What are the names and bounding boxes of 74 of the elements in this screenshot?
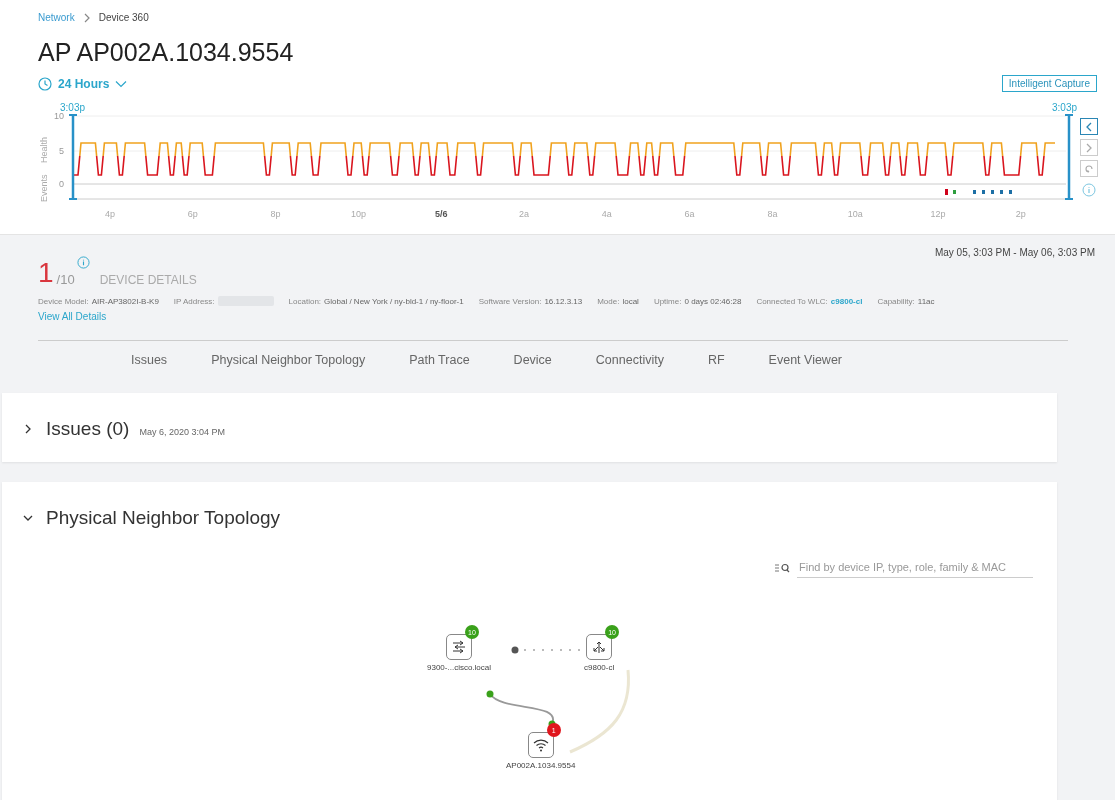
detail-label: Capability:: [877, 296, 915, 306]
detail-value: AIR-AP3802I-B-K9: [91, 296, 159, 306]
detail-label: IP Address:: [173, 296, 215, 306]
caret-icon: [115, 79, 128, 88]
y-axis-tick: 10: [54, 111, 64, 121]
breadcrumb-link[interactable]: Network: [38, 12, 75, 23]
x-axis-tick: 10a: [847, 209, 863, 219]
next-button[interactable]: [1080, 139, 1098, 156]
x-axis-tick: 4a: [601, 209, 612, 219]
switch-icon: [450, 639, 468, 655]
y-axis-label: Events: [39, 174, 49, 202]
node-tile[interactable]: [446, 634, 472, 660]
x-axis-tick: 10p: [350, 209, 366, 219]
y-axis-tick: 0: [59, 179, 64, 189]
section-label: DEVICE DETAILS: [99, 273, 197, 287]
node-tile[interactable]: [586, 634, 613, 660]
range-start-time: 3:03p: [60, 102, 86, 113]
refresh-icon: [1084, 163, 1094, 174]
detail-label: Software Version:: [478, 296, 542, 306]
tab[interactable]: Connectivity: [573, 347, 686, 375]
section-timestamp: May 6, 2020 3:04 PM: [139, 427, 225, 437]
tab[interactable]: Path Trace: [387, 347, 492, 375]
detail-label: Uptime:: [653, 296, 682, 306]
wifi-icon: [531, 737, 550, 753]
y-axis-tick: 5: [59, 146, 64, 156]
range-end-time: 3:03p: [1052, 102, 1078, 113]
node-label: c9800-cl: [584, 663, 615, 672]
x-axis-tick: 2p: [1015, 209, 1026, 219]
date-range: May 05, 3:03 PM - May 06, 3:03 PM: [934, 247, 1095, 258]
x-axis-tick: 6p: [187, 209, 198, 219]
clock-icon: [38, 76, 52, 91]
x-axis-tick: 5/6: [434, 209, 448, 219]
health-score-max: /10: [56, 272, 75, 287]
x-axis-tick: 8a: [767, 209, 778, 219]
search-icon: [775, 562, 791, 573]
previous-button[interactable]: [1080, 118, 1098, 135]
detail-value: Global / New York / ny-bld-1 / ny-floor-1: [324, 296, 464, 306]
tab[interactable]: Issues: [109, 347, 190, 375]
tab[interactable]: Device: [491, 347, 574, 375]
chevron-right-icon: [1084, 142, 1094, 153]
health-score: 1: [38, 259, 54, 287]
chevron-left-icon: [1084, 121, 1094, 132]
range-end-handle[interactable]: [1064, 114, 1074, 200]
x-axis-tick: 6a: [684, 209, 695, 219]
x-axis-tick: 12p: [930, 209, 946, 219]
node-label: 9300-...cisco.local: [427, 663, 492, 672]
detail-label: Mode:: [597, 296, 620, 306]
detail-label: Connected To WLC:: [756, 296, 828, 306]
detail-value: 16.12.3.13: [544, 296, 583, 306]
chevron-right-icon: [82, 12, 91, 23]
tab[interactable]: Event Viewer: [746, 347, 864, 375]
x-axis-tick: 8p: [270, 209, 281, 219]
detail-value: local: [622, 296, 639, 306]
time-range-dropdown[interactable]: 24 Hours: [38, 76, 128, 91]
intelligent-capture-button[interactable]: Intelligent Capture: [1001, 75, 1097, 92]
node-tile[interactable]: [527, 732, 554, 758]
x-axis-tick: 2a: [519, 209, 529, 219]
port-dot: [486, 690, 494, 698]
section-title: Issues (0): [46, 418, 130, 440]
reset-button[interactable]: [1080, 160, 1098, 177]
tab[interactable]: RF: [685, 347, 747, 375]
tab[interactable]: Physical Neighbor Topology: [189, 347, 388, 375]
range-start-handle[interactable]: [68, 114, 78, 200]
device-title: AP AP002A.1034.9554: [38, 37, 295, 67]
breadcrumb-current: Device 360: [98, 12, 149, 23]
section-title: Physical Neighbor Topology: [46, 507, 281, 529]
node-label: AP002A.1034.9554: [506, 761, 576, 770]
detail-label: Location:: [288, 296, 322, 306]
x-axis-tick: 4p: [105, 209, 115, 219]
detail-value: 0 days 02:46:28: [684, 296, 742, 306]
detail-label: Device Model:: [38, 296, 89, 306]
detail-value: 11ac: [917, 296, 935, 306]
info-icon[interactable]: [76, 256, 90, 269]
y-axis-label: Health: [39, 137, 49, 163]
